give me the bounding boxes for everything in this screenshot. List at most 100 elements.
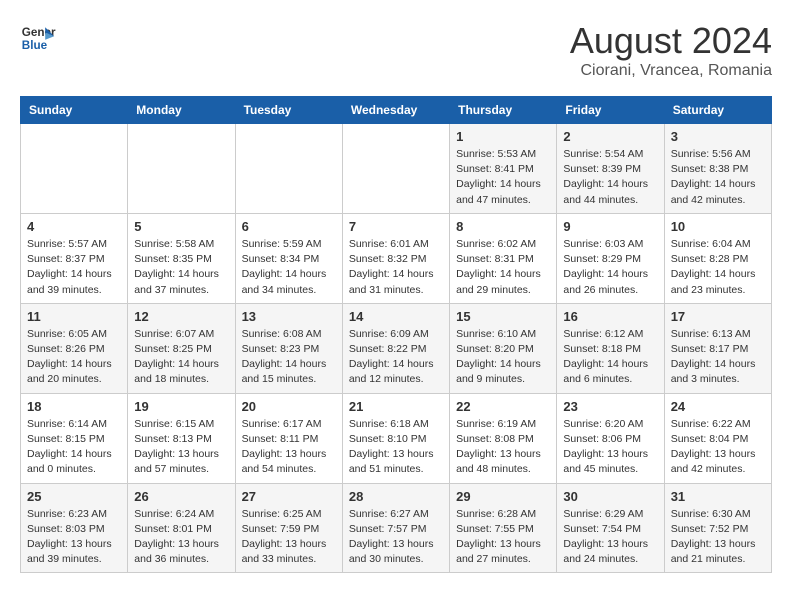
logo-icon: General Blue <box>20 20 56 56</box>
day-number: 4 <box>27 219 121 234</box>
calendar-day-cell <box>21 124 128 214</box>
calendar-day-cell: 8 Sunrise: 6:02 AM Sunset: 8:31 PM Daylig… <box>450 213 557 303</box>
day-number: 3 <box>671 129 765 144</box>
day-info: Sunrise: 6:27 AM Sunset: 7:57 PM Dayligh… <box>349 507 443 568</box>
day-number: 7 <box>349 219 443 234</box>
day-number: 15 <box>456 309 550 324</box>
day-info: Sunrise: 6:25 AM Sunset: 7:59 PM Dayligh… <box>242 507 336 568</box>
day-info: Sunrise: 5:58 AM Sunset: 8:35 PM Dayligh… <box>134 237 228 298</box>
day-number: 24 <box>671 399 765 414</box>
calendar-day-cell: 7Sunrise: 6:01 AM Sunset: 8:32 PM Daylig… <box>342 213 449 303</box>
day-number: 10 <box>671 219 765 234</box>
calendar-week-row: 4 Sunrise: 5:57 AM Sunset: 8:37 PM Daylig… <box>21 213 772 303</box>
calendar-day-cell <box>235 124 342 214</box>
day-info: Sunrise: 6:23 AM Sunset: 8:03 PM Dayligh… <box>27 507 121 568</box>
calendar-day-cell: 11 Sunrise: 6:05 AM Sunset: 8:26 PM Dayli… <box>21 303 128 393</box>
day-info: Sunrise: 6:28 AM Sunset: 7:55 PM Dayligh… <box>456 507 550 568</box>
calendar-week-row: 25 Sunrise: 6:23 AM Sunset: 8:03 PM Dayli… <box>21 483 772 573</box>
day-number: 25 <box>27 489 121 504</box>
day-info: Sunrise: 6:04 AM Sunset: 8:28 PM Dayligh… <box>671 237 765 298</box>
day-number: 21 <box>349 399 443 414</box>
day-info: Sunrise: 6:13 AM Sunset: 8:17 PM Dayligh… <box>671 327 765 388</box>
day-info: Sunrise: 6:02 AM Sunset: 8:31 PM Dayligh… <box>456 237 550 298</box>
day-info: Sunrise: 6:22 AM Sunset: 8:04 PM Dayligh… <box>671 417 765 478</box>
day-info: Sunrise: 6:19 AM Sunset: 8:08 PM Dayligh… <box>456 417 550 478</box>
calendar-day-cell: 6 Sunrise: 5:59 AM Sunset: 8:34 PM Daylig… <box>235 213 342 303</box>
day-info: Sunrise: 6:24 AM Sunset: 8:01 PM Dayligh… <box>134 507 228 568</box>
weekday-header: Wednesday <box>342 97 449 124</box>
day-info: Sunrise: 6:14 AM Sunset: 8:15 PM Dayligh… <box>27 417 121 478</box>
location-subtitle: Ciorani, Vrancea, Romania <box>570 62 772 80</box>
day-info: Sunrise: 5:59 AM Sunset: 8:34 PM Dayligh… <box>242 237 336 298</box>
weekday-header: Saturday <box>664 97 771 124</box>
weekday-header: Thursday <box>450 97 557 124</box>
calendar-day-cell: 28Sunrise: 6:27 AM Sunset: 7:57 PM Dayli… <box>342 483 449 573</box>
calendar-day-cell: 27Sunrise: 6:25 AM Sunset: 7:59 PM Dayli… <box>235 483 342 573</box>
calendar-day-cell: 4 Sunrise: 5:57 AM Sunset: 8:37 PM Daylig… <box>21 213 128 303</box>
calendar-day-cell: 14 Sunrise: 6:09 AM Sunset: 8:22 PM Dayli… <box>342 303 449 393</box>
calendar-day-cell: 26 Sunrise: 6:24 AM Sunset: 8:01 PM Dayli… <box>128 483 235 573</box>
day-number: 5 <box>134 219 228 234</box>
weekday-header-row: SundayMondayTuesdayWednesdayThursdayFrid… <box>21 97 772 124</box>
calendar-day-cell: 25 Sunrise: 6:23 AM Sunset: 8:03 PM Dayli… <box>21 483 128 573</box>
day-number: 2 <box>563 129 657 144</box>
day-info: Sunrise: 6:30 AM Sunset: 7:52 PM Dayligh… <box>671 507 765 568</box>
calendar-day-cell <box>128 124 235 214</box>
day-number: 17 <box>671 309 765 324</box>
day-number: 9 <box>563 219 657 234</box>
day-info: Sunrise: 6:15 AM Sunset: 8:13 PM Dayligh… <box>134 417 228 478</box>
logo: General Blue <box>20 20 56 56</box>
day-info: Sunrise: 6:05 AM Sunset: 8:26 PM Dayligh… <box>27 327 121 388</box>
calendar-table: SundayMondayTuesdayWednesdayThursdayFrid… <box>20 96 772 573</box>
day-number: 20 <box>242 399 336 414</box>
calendar-day-cell: 10 Sunrise: 6:04 AM Sunset: 8:28 PM Dayli… <box>664 213 771 303</box>
calendar-day-cell: 29 Sunrise: 6:28 AM Sunset: 7:55 PM Dayli… <box>450 483 557 573</box>
calendar-week-row: 18 Sunrise: 6:14 AM Sunset: 8:15 PM Dayli… <box>21 393 772 483</box>
day-number: 8 <box>456 219 550 234</box>
calendar-day-cell: 5 Sunrise: 5:58 AM Sunset: 8:35 PM Daylig… <box>128 213 235 303</box>
calendar-week-row: 11 Sunrise: 6:05 AM Sunset: 8:26 PM Dayli… <box>21 303 772 393</box>
day-info: Sunrise: 6:29 AM Sunset: 7:54 PM Dayligh… <box>563 507 657 568</box>
day-number: 11 <box>27 309 121 324</box>
calendar-week-row: 1Sunrise: 5:53 AM Sunset: 8:41 PM Daylig… <box>21 124 772 214</box>
day-number: 23 <box>563 399 657 414</box>
calendar-day-cell: 17 Sunrise: 6:13 AM Sunset: 8:17 PM Dayli… <box>664 303 771 393</box>
calendar-day-cell: 1Sunrise: 5:53 AM Sunset: 8:41 PM Daylig… <box>450 124 557 214</box>
weekday-header: Friday <box>557 97 664 124</box>
day-number: 26 <box>134 489 228 504</box>
calendar-day-cell: 2 Sunrise: 5:54 AM Sunset: 8:39 PM Daylig… <box>557 124 664 214</box>
calendar-day-cell: 20 Sunrise: 6:17 AM Sunset: 8:11 PM Dayli… <box>235 393 342 483</box>
day-number: 13 <box>242 309 336 324</box>
day-info: Sunrise: 5:54 AM Sunset: 8:39 PM Dayligh… <box>563 147 657 208</box>
day-info: Sunrise: 6:18 AM Sunset: 8:10 PM Dayligh… <box>349 417 443 478</box>
calendar-day-cell: 15 Sunrise: 6:10 AM Sunset: 8:20 PM Dayli… <box>450 303 557 393</box>
day-info: Sunrise: 5:56 AM Sunset: 8:38 PM Dayligh… <box>671 147 765 208</box>
calendar-day-cell: 19Sunrise: 6:15 AM Sunset: 8:13 PM Dayli… <box>128 393 235 483</box>
day-number: 14 <box>349 309 443 324</box>
title-block: August 2024 Ciorani, Vrancea, Romania <box>570 20 772 80</box>
calendar-day-cell: 31Sunrise: 6:30 AM Sunset: 7:52 PM Dayli… <box>664 483 771 573</box>
day-info: Sunrise: 6:10 AM Sunset: 8:20 PM Dayligh… <box>456 327 550 388</box>
day-info: Sunrise: 6:20 AM Sunset: 8:06 PM Dayligh… <box>563 417 657 478</box>
day-number: 22 <box>456 399 550 414</box>
calendar-day-cell: 21 Sunrise: 6:18 AM Sunset: 8:10 PM Dayli… <box>342 393 449 483</box>
day-info: Sunrise: 6:12 AM Sunset: 8:18 PM Dayligh… <box>563 327 657 388</box>
day-info: Sunrise: 6:17 AM Sunset: 8:11 PM Dayligh… <box>242 417 336 478</box>
calendar-day-cell: 18 Sunrise: 6:14 AM Sunset: 8:15 PM Dayli… <box>21 393 128 483</box>
day-info: Sunrise: 6:09 AM Sunset: 8:22 PM Dayligh… <box>349 327 443 388</box>
month-title: August 2024 <box>570 20 772 62</box>
calendar-day-cell: 3 Sunrise: 5:56 AM Sunset: 8:38 PM Daylig… <box>664 124 771 214</box>
day-number: 1 <box>456 129 550 144</box>
day-number: 6 <box>242 219 336 234</box>
calendar-day-cell: 30Sunrise: 6:29 AM Sunset: 7:54 PM Dayli… <box>557 483 664 573</box>
svg-text:Blue: Blue <box>22 39 48 52</box>
day-number: 16 <box>563 309 657 324</box>
day-number: 29 <box>456 489 550 504</box>
day-number: 12 <box>134 309 228 324</box>
calendar-day-cell: 9Sunrise: 6:03 AM Sunset: 8:29 PM Daylig… <box>557 213 664 303</box>
weekday-header: Sunday <box>21 97 128 124</box>
page-header: General Blue August 2024 Ciorani, Vrance… <box>20 20 772 80</box>
calendar-day-cell: 22 Sunrise: 6:19 AM Sunset: 8:08 PM Dayli… <box>450 393 557 483</box>
day-info: Sunrise: 5:57 AM Sunset: 8:37 PM Dayligh… <box>27 237 121 298</box>
day-number: 18 <box>27 399 121 414</box>
